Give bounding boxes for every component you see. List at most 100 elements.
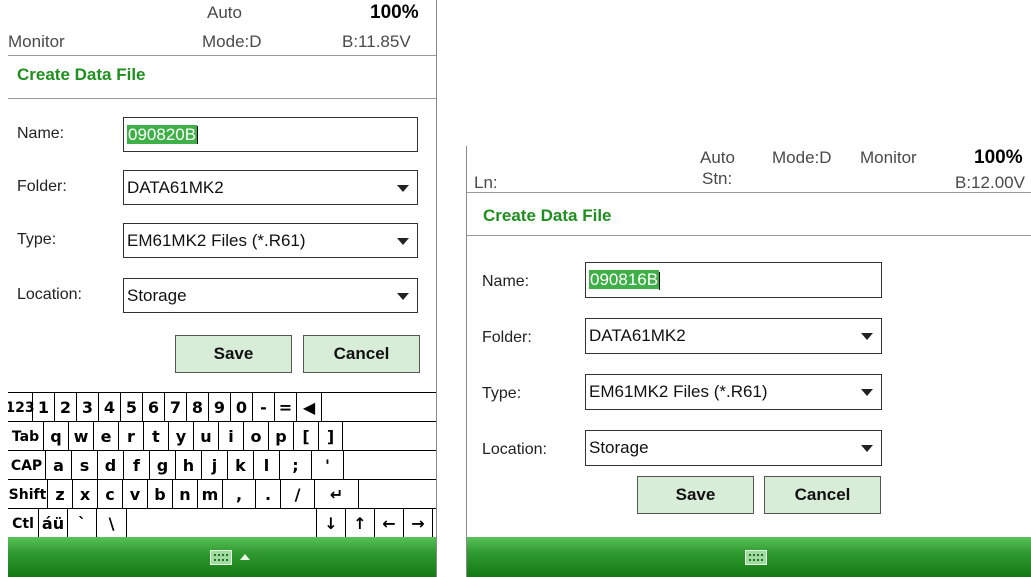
- keyboard-key[interactable]: ←: [375, 509, 404, 538]
- app-name: Monitor: [860, 148, 917, 167]
- chevron-down-icon: [397, 237, 409, 245]
- keyboard-row: CAP a s d f g h j k l; ': [8, 450, 436, 480]
- keyboard-key[interactable]: \: [97, 509, 127, 538]
- keyboard-key[interactable]: f: [124, 451, 150, 480]
- keyboard-key[interactable]: p: [269, 422, 294, 451]
- keyboard-key[interactable]: y: [169, 422, 194, 451]
- keyboard-key[interactable]: n: [173, 480, 198, 509]
- keyboard-key[interactable]: [: [294, 422, 319, 451]
- cancel-button[interactable]: Cancel: [764, 476, 881, 514]
- keyboard-key[interactable]: h: [176, 451, 202, 480]
- keyboard-key[interactable]: 5: [121, 393, 143, 422]
- keyboard-key[interactable]: r: [119, 422, 144, 451]
- keyboard-key[interactable]: x: [73, 480, 98, 509]
- keyboard-key[interactable]: d: [98, 451, 124, 480]
- keyboard-key[interactable]: ↵: [315, 480, 359, 509]
- keyboard-key[interactable]: Ctl: [8, 509, 39, 538]
- keyboard-key[interactable]: 3: [77, 393, 99, 422]
- taskbar: [467, 537, 1031, 577]
- page-title: Create Data File: [17, 65, 146, 84]
- keyboard-key[interactable]: v: [123, 480, 148, 509]
- keyboard-key[interactable]: →: [404, 509, 433, 538]
- chevron-down-icon: [861, 389, 873, 396]
- keyboard-key[interactable]: ]: [319, 422, 343, 451]
- keyboard-key[interactable]: t: [144, 422, 169, 451]
- type-select[interactable]: EM61MK2 Files (*.R61): [585, 374, 882, 410]
- keyboard-row: Tab q w e r t y u i o p[]: [8, 421, 436, 451]
- keyboard-key[interactable]: 1: [33, 393, 55, 422]
- page-title: Create Data File: [483, 206, 612, 225]
- line-text: Ln:: [474, 173, 498, 192]
- keyboard-key[interactable]: 6: [143, 393, 165, 422]
- keyboard-key[interactable]: 0: [231, 393, 253, 422]
- save-button[interactable]: Save: [637, 476, 754, 514]
- folder-label: Folder:: [482, 329, 532, 346]
- taskbar: [8, 537, 436, 577]
- name-input[interactable]: 090816B: [585, 262, 882, 298]
- keyboard-key[interactable]: ': [312, 451, 344, 480]
- keyboard-row: 123 1 2 3 4 5 6 7 8 9 0- = ◀: [8, 392, 436, 422]
- type-label: Type:: [482, 385, 522, 402]
- keyboard-key[interactable]: 7: [165, 393, 187, 422]
- keyboard-key[interactable]: ↓: [317, 509, 346, 538]
- keyboard-key[interactable]: m: [198, 480, 223, 509]
- folder-label: Folder:: [17, 178, 67, 195]
- keyboard-key[interactable]: g: [150, 451, 176, 480]
- keyboard-key[interactable]: w: [69, 422, 94, 451]
- keyboard-key[interactable]: q: [44, 422, 69, 451]
- keyboard-key[interactable]: 123: [8, 393, 35, 422]
- keyboard-key[interactable]: j: [202, 451, 228, 480]
- keyboard-key[interactable]: b: [148, 480, 173, 509]
- keyboard-key[interactable]: l: [254, 451, 280, 480]
- keyboard-key[interactable]: ;: [280, 451, 312, 480]
- keyboard-key[interactable]: Tab: [8, 422, 44, 451]
- keyboard-key[interactable]: k: [228, 451, 254, 480]
- keyboard-key[interactable]: 9: [209, 393, 231, 422]
- left-device-screen: Auto 100% Monitor Mode:D B:11.85V Create…: [8, 0, 437, 577]
- name-input[interactable]: 090820B: [123, 117, 418, 152]
- keyboard-key[interactable]: e: [94, 422, 119, 451]
- keyboard-key[interactable]: .: [256, 480, 281, 509]
- keyboard-key[interactable]: -: [253, 393, 275, 422]
- keyboard-key[interactable]: áü: [39, 509, 68, 538]
- keyboard-key[interactable]: 2: [55, 393, 77, 422]
- keyboard-key[interactable]: i: [219, 422, 244, 451]
- arrow-up-icon[interactable]: [240, 554, 250, 560]
- keyboard-key[interactable]: ◀: [297, 393, 322, 422]
- keyboard-key[interactable]: 8: [187, 393, 209, 422]
- chevron-down-icon: [397, 184, 409, 192]
- keyboard-row: Ctl áü ` \ ↓ ↑ ← →: [8, 508, 436, 539]
- keyboard-key[interactable]: ,: [223, 480, 256, 509]
- save-button[interactable]: Save: [175, 335, 292, 373]
- location-select[interactable]: Storage: [585, 430, 882, 466]
- location-select[interactable]: Storage: [123, 278, 418, 313]
- keyboard-key[interactable]: =: [275, 393, 297, 422]
- keyboard-key[interactable]: z: [48, 480, 73, 509]
- keyboard-icon[interactable]: [210, 550, 232, 565]
- right-device-screen: Auto Mode:D Monitor 100% Ln: Stn: B:12.0…: [466, 146, 1031, 577]
- name-value: 090816B: [589, 270, 660, 289]
- keyboard-key[interactable]: 4: [99, 393, 121, 422]
- folder-select[interactable]: DATA61MK2: [585, 318, 882, 354]
- type-value: EM61MK2 Files (*.R61): [127, 230, 306, 250]
- folder-select[interactable]: DATA61MK2: [123, 170, 418, 205]
- keyboard-key[interactable]: o: [244, 422, 269, 451]
- type-select[interactable]: EM61MK2 Files (*.R61): [123, 223, 418, 258]
- mode-text: Auto: [700, 148, 735, 167]
- keyboard-key[interactable]: ↑: [346, 509, 375, 538]
- keyboard-key[interactable]: [127, 509, 317, 538]
- cancel-button[interactable]: Cancel: [303, 335, 420, 373]
- keyboard-key[interactable]: c: [98, 480, 123, 509]
- keyboard-row: Shift z x c v b n m,. / ↵: [8, 479, 436, 509]
- page-title-bar: Create Data File: [467, 192, 1031, 236]
- keyboard-key[interactable]: a: [46, 451, 72, 480]
- keyboard-key[interactable]: Shift: [8, 480, 48, 509]
- keyboard-key[interactable]: u: [194, 422, 219, 451]
- keyboard-key[interactable]: `: [68, 509, 97, 538]
- keyboard-icon[interactable]: [745, 550, 767, 565]
- mode-d-text: Mode:D: [202, 32, 262, 51]
- keyboard-key[interactable]: /: [281, 480, 315, 509]
- location-value: Storage: [589, 438, 649, 457]
- keyboard-key[interactable]: CAP: [8, 451, 46, 480]
- keyboard-key[interactable]: s: [72, 451, 98, 480]
